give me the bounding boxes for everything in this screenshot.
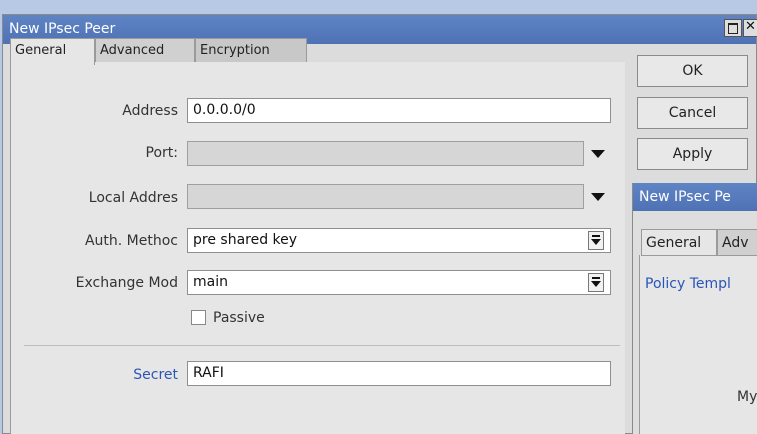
- passive-checkbox[interactable]: [191, 310, 206, 325]
- second-tab-general[interactable]: General: [641, 229, 717, 256]
- maximize-icon[interactable]: [724, 19, 742, 37]
- auth-method-select[interactable]: pre shared key: [187, 228, 611, 253]
- address-label: Address: [122, 103, 178, 119]
- section-divider: [24, 345, 620, 346]
- tab-encryption[interactable]: Encryption: [195, 38, 307, 63]
- exchange-mode-select[interactable]: main: [187, 270, 611, 295]
- policy-template-label: Policy Templ: [645, 276, 731, 292]
- local-address-label: Local Addres: [88, 190, 178, 206]
- second-ipsec-window: New IPsec Pe General Adv Policy Templ My: [632, 183, 757, 434]
- window-title: New IPsec Peer: [9, 21, 116, 37]
- ok-button[interactable]: OK: [637, 55, 748, 87]
- local-address-dropdown-icon[interactable]: [591, 193, 605, 201]
- port-label: Port:: [145, 145, 178, 161]
- tab-general[interactable]: General: [10, 38, 95, 65]
- exchange-mode-dropdown-icon[interactable]: [588, 273, 604, 292]
- second-window-title[interactable]: New IPsec Pe: [633, 183, 757, 211]
- close-icon[interactable]: [743, 19, 757, 37]
- auth-method-dropdown-icon[interactable]: [588, 231, 604, 250]
- passive-label: Passive: [213, 310, 265, 326]
- auth-method-label: Auth. Methoc: [84, 233, 178, 249]
- secret-field[interactable]: RAFI: [187, 361, 611, 386]
- tab-advanced[interactable]: Advanced: [95, 38, 195, 63]
- port-field[interactable]: [187, 141, 584, 166]
- cancel-button[interactable]: Cancel: [637, 97, 748, 129]
- address-field[interactable]: 0.0.0.0/0: [187, 98, 611, 123]
- local-address-field[interactable]: [187, 184, 584, 209]
- port-dropdown-icon[interactable]: [591, 150, 605, 158]
- secret-label: Secret: [133, 367, 178, 383]
- exchange-mode-label: Exchange Mod: [75, 275, 178, 291]
- apply-button[interactable]: Apply: [637, 138, 748, 170]
- second-tab-advanced[interactable]: Adv: [717, 229, 757, 256]
- my-label: My: [737, 389, 757, 405]
